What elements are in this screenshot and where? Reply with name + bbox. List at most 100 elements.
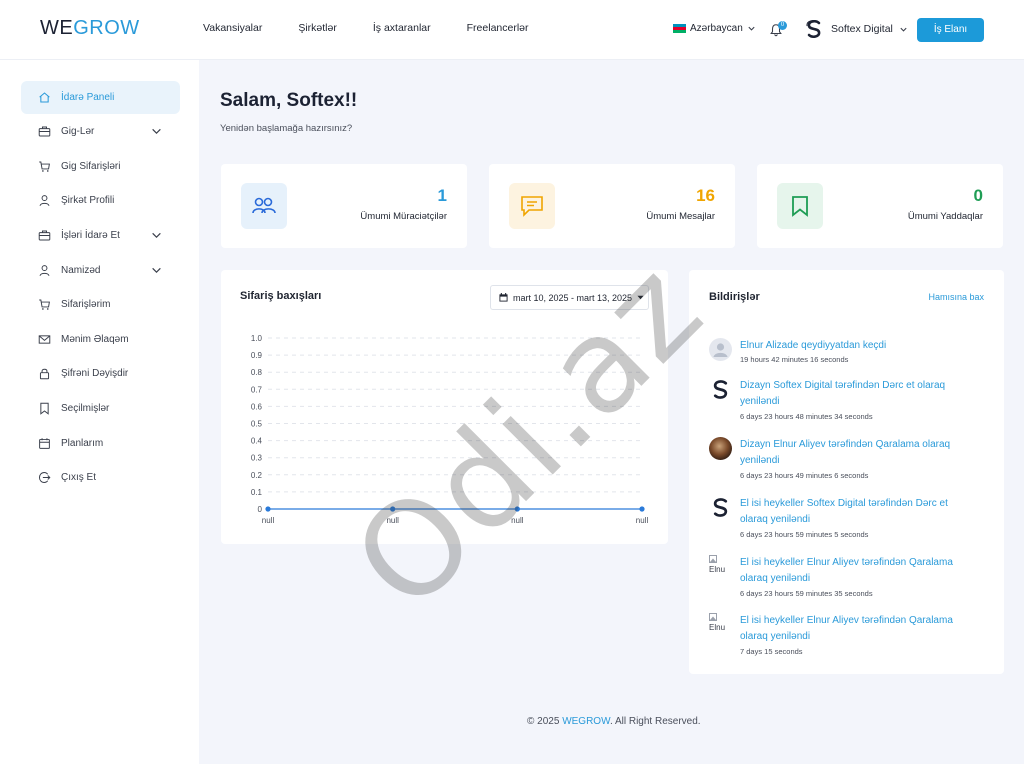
y-tick-label: 0.7 [251,385,263,394]
x-tick-label: null [386,516,399,525]
user-photo-avatar [709,437,732,460]
y-tick-label: 1.0 [251,334,263,343]
chevron-down-icon[interactable] [151,126,162,137]
see-all-link[interactable]: Hamısına bax [928,292,984,302]
main-nav: Vakansiyalar Şirkətlər İş axtaranlar Fre… [203,22,565,34]
y-tick-label: 0.1 [251,488,263,497]
nav-freelancers[interactable]: Freelancerlər [467,22,529,34]
sidebar-item-my-contact[interactable]: Mənim Əlaqəm [21,323,180,356]
sidebar-item-label: İdarə Paneli [61,92,115,103]
sidebar-item-gigs[interactable]: Gig-Lər [21,115,180,148]
home-icon [39,92,50,103]
sidebar-item-logout[interactable]: Çıxış Et [21,461,180,494]
y-tick-label: 0 [258,505,263,514]
post-job-button[interactable]: İş Elanı [917,18,984,42]
notification-bell[interactable]: 0 [769,20,787,38]
footer-brand-link[interactable]: WEGROW [562,716,610,727]
mail-icon [38,335,51,344]
broken-image-alt: Elnu [709,565,726,574]
sidebar-item-label: Planlarım [61,438,104,449]
language-label: Azərbaycan [690,23,743,34]
stat-value: 1 [437,186,447,205]
sidebar-item-candidate[interactable]: Namizəd [21,254,180,287]
y-tick-label: 0.9 [251,351,263,360]
stat-card-messages: 16 Ümumi Mesajlar [489,164,735,248]
lock-icon [39,368,50,380]
sidebar-item-company-profile[interactable]: Şirkət Profili [21,184,180,217]
notification-text: Elnur Alizade qeydiyyatdan keçdi [740,340,887,351]
notification-text: El isi heykeller Elnur Aliyev tərəfindən… [740,615,953,642]
chart-data-point[interactable] [390,506,396,512]
nav-job-seekers[interactable]: İş axtaranlar [373,22,431,34]
sidebar-item-my-orders[interactable]: Sifarişlərim [21,288,180,321]
notifications-title: Bildirişlər [709,291,760,303]
notification-time: 6 days 23 hours 48 minutes 34 seconds [740,412,873,421]
broken-image-icon: Elnu [709,613,732,636]
x-tick-label: null [262,516,275,525]
company-name: Softex Digital [831,23,893,35]
site-logo[interactable]: WEGROW [40,17,140,40]
calendar-icon [39,438,50,449]
y-tick-label: 0.6 [251,402,263,411]
chevron-down-icon [900,27,907,32]
sidebar-item-my-plans[interactable]: Planlarım [21,427,180,460]
sidebar-item-label: Gig-Lər [61,126,95,137]
softex-logo-icon [709,378,732,401]
chevron-down-icon[interactable] [151,265,162,276]
chart-data-point[interactable] [639,506,645,512]
notification-text: Dizayn Softex Digital tərəfindən Dərc et… [740,380,946,407]
chart-data-point[interactable] [265,506,271,512]
sidebar-item-favorites[interactable]: Seçilmişlər [21,392,180,425]
sidebar-item-manage-jobs[interactable]: İşləri İdarə Et [21,219,180,252]
message-icon [509,183,555,229]
sidebar-item-label: Şirkət Profili [61,195,115,206]
softex-logo-icon [709,496,732,519]
sidebar-item-label: Seçilmişlər [61,403,110,414]
notification-text: El isi heykeller Softex Digital tərəfind… [740,498,948,525]
cart-icon [39,299,50,310]
sidebar-item-dashboard[interactable]: İdarə Paneli [21,81,180,114]
sidebar-item-label: Mənim Əlaqəm [61,334,129,345]
sidebar-item-label: Sifarişlərim [61,299,111,310]
sidebar-item-change-password[interactable]: Şifrəni Dəyişdir [21,357,180,390]
notification-time: 6 days 23 hours 49 minutes 6 seconds [740,471,869,480]
top-header: WEGROW Vakansiyalar Şirkətlər İş axtaran… [0,0,1024,60]
sidebar-item-label: Gig Sifarişləri [61,161,121,172]
x-tick-label: null [636,516,649,525]
sidebar-item-label: İşləri İdarə Et [61,230,120,241]
chart-data-point[interactable] [514,506,520,512]
briefcase-icon [38,230,51,241]
stat-card-favorites: 0 Ümumi Yaddaqlar [757,164,1003,248]
stat-label: Ümumi Mesajlar [646,211,715,222]
sidebar-item-label: Namizəd [61,265,101,276]
cart-icon [39,161,50,172]
sidebar-item-label: Çıxış Et [61,472,97,483]
notification-time: 6 days 23 hours 59 minutes 35 seconds [740,589,873,598]
y-tick-label: 0.4 [251,437,263,446]
nav-vacancies[interactable]: Vakansiyalar [203,22,262,34]
footer-copyright: © 2025 [527,716,560,727]
company-menu[interactable]: Softex Digital [803,18,908,40]
page-subtitle: Yenidən başlamağa hazırsınız? [220,123,353,134]
logout-icon [38,471,51,484]
briefcase-icon [38,126,51,137]
sidebar-item-label: Şifrəni Dəyişdir [61,368,129,379]
logo-text-grow: GROW [73,17,140,39]
logo-text-we: WE [40,17,74,39]
stat-value: 0 [973,186,983,205]
notifications-card: Bildirişlər Hamısına bax Elnur Alizade q… [689,270,1004,674]
chevron-down-icon[interactable] [151,230,162,241]
broken-image-icon: Elnu [709,555,732,578]
notification-time: 19 hours 42 minutes 16 seconds [740,355,849,364]
notification-text: Dizayn Elnur Aliyev tərəfindən Qaralama … [740,439,951,466]
bookmark-icon [40,402,49,415]
notification-text: El isi heykeller Elnur Aliyev tərəfindən… [740,557,953,584]
default-avatar-icon [709,338,732,361]
language-selector[interactable]: Azərbaycan [673,23,756,34]
page-title: Salam, Softex!! [220,90,358,111]
y-tick-label: 0.3 [251,454,263,463]
sidebar-item-gig-orders[interactable]: Gig Sifarişləri [21,150,180,183]
notification-time: 7 days 15 seconds [740,647,803,656]
nav-companies[interactable]: Şirkətlər [298,22,337,34]
bookmark-icon [777,183,823,229]
